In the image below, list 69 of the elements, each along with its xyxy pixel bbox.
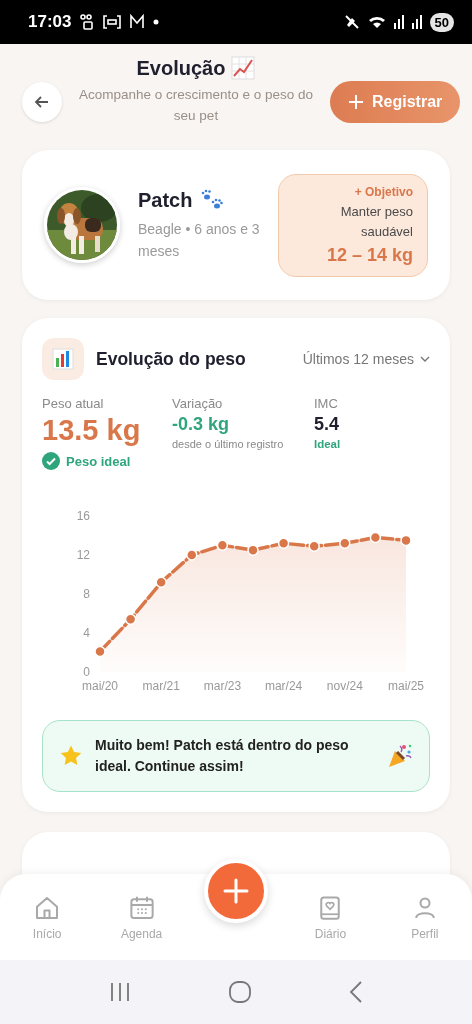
x-tick-label: mar/23 [203,679,242,693]
stat-value: 13.5 kg [42,414,142,447]
signal-icon [393,15,404,29]
period-dropdown[interactable]: Últimos 12 meses [302,351,430,367]
page-title: Evolução [136,56,226,80]
stat-label: Variação [172,396,224,411]
x-tick-label: mar/21 [142,679,180,693]
data-point [155,576,167,589]
x-tick-label: nov/24 [326,679,363,693]
star-icon [59,744,83,768]
card-title: Evolução do peso [96,348,247,370]
y-tick-label: 12 [76,548,90,562]
plus-icon [222,877,250,905]
stat-note: Ideal [314,438,342,450]
chart-up-icon [231,56,256,80]
pet-name: Patch [138,188,193,212]
y-tick-label: 4 [83,626,90,640]
y-tick-label: 0 [83,665,90,679]
success-message: Muito bem! Patch está dentro do peso ideal. Continue assim! [95,736,350,776]
data-point [94,645,106,658]
y-tick-label: 16 [76,509,90,523]
chevron-down-icon [420,355,430,363]
data-point [277,537,290,550]
goal-description: Manter peso saudável [339,202,413,241]
screenshot-icon [103,13,122,31]
status-note: Peso ideal [66,453,131,469]
mail-icon [129,13,146,31]
data-point [186,549,198,561]
nav-tab[interactable]: Início [0,893,95,941]
stat-value: -0.3 kg [172,414,231,435]
data-point [124,613,137,626]
home-icon[interactable] [228,980,252,1004]
nav-tab[interactable]: Agenda [94,893,189,941]
stat-value: 5.4 [314,414,341,435]
recent-apps-icon[interactable] [108,981,132,1003]
party-popper-icon [387,743,413,769]
battery-level: 50 [429,12,454,32]
back-button[interactable] [22,82,62,122]
mute-icon [343,14,360,30]
data-point [216,539,229,551]
data-point [400,534,412,547]
goal-label: + Objetivo [353,184,413,199]
page-subtitle: Acompanhe o crescimento e o peso do seu pet [77,86,315,125]
goal-range: 12 – 14 kg [325,244,413,266]
plus-icon [348,94,364,110]
signal-icon [411,15,422,29]
status-time: 17:03 [28,12,72,32]
y-tick-label: 8 [83,587,90,601]
stat-label: Peso atual [42,396,105,411]
pet-details: Beagle • 6 anos e 3 meses [138,219,260,261]
data-point [247,544,259,556]
wifi-icon [367,15,386,29]
data-point [369,531,382,544]
x-tick-label: mai/20 [82,679,118,693]
stat-note: desde o último registro [172,438,285,450]
x-tick-label: mai/25 [388,679,424,693]
back-icon[interactable] [348,980,364,1004]
paw-prints-icon [200,189,225,211]
check-icon [42,452,60,470]
data-point [308,540,320,552]
bar-chart-icon [42,338,84,380]
nav-tab[interactable]: Perfil [377,893,472,941]
stat-label: IMC [314,396,339,411]
nav-tab[interactable]: Diário [283,893,378,941]
dot-icon [153,19,160,25]
data-point [339,537,351,550]
x-tick-label: mar/24 [264,679,303,693]
register-button[interactable]: Registrar [330,81,461,123]
voicemail-icon [79,13,96,31]
